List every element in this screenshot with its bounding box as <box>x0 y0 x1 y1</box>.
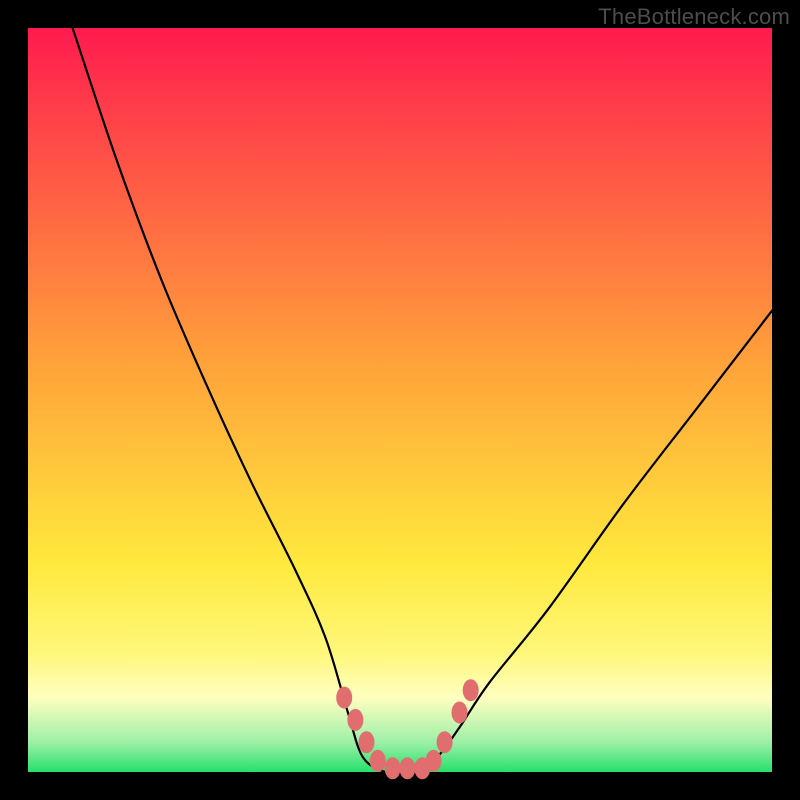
marker-dot <box>452 702 468 724</box>
marker-dot <box>385 757 401 779</box>
watermark-text: TheBottleneck.com <box>598 4 790 30</box>
bottleneck-curve-svg <box>28 28 772 772</box>
marker-dot <box>463 679 479 701</box>
marker-dot <box>437 731 453 753</box>
marker-dot <box>426 750 442 772</box>
marker-dot <box>336 687 352 709</box>
marker-dot <box>370 750 386 772</box>
marker-dot <box>359 731 375 753</box>
gradient-plot-area <box>28 28 772 772</box>
outer-black-frame: TheBottleneck.com <box>0 0 800 800</box>
bottleneck-curve-line <box>73 28 772 773</box>
marker-dot <box>347 709 363 731</box>
marker-dot <box>399 757 415 779</box>
